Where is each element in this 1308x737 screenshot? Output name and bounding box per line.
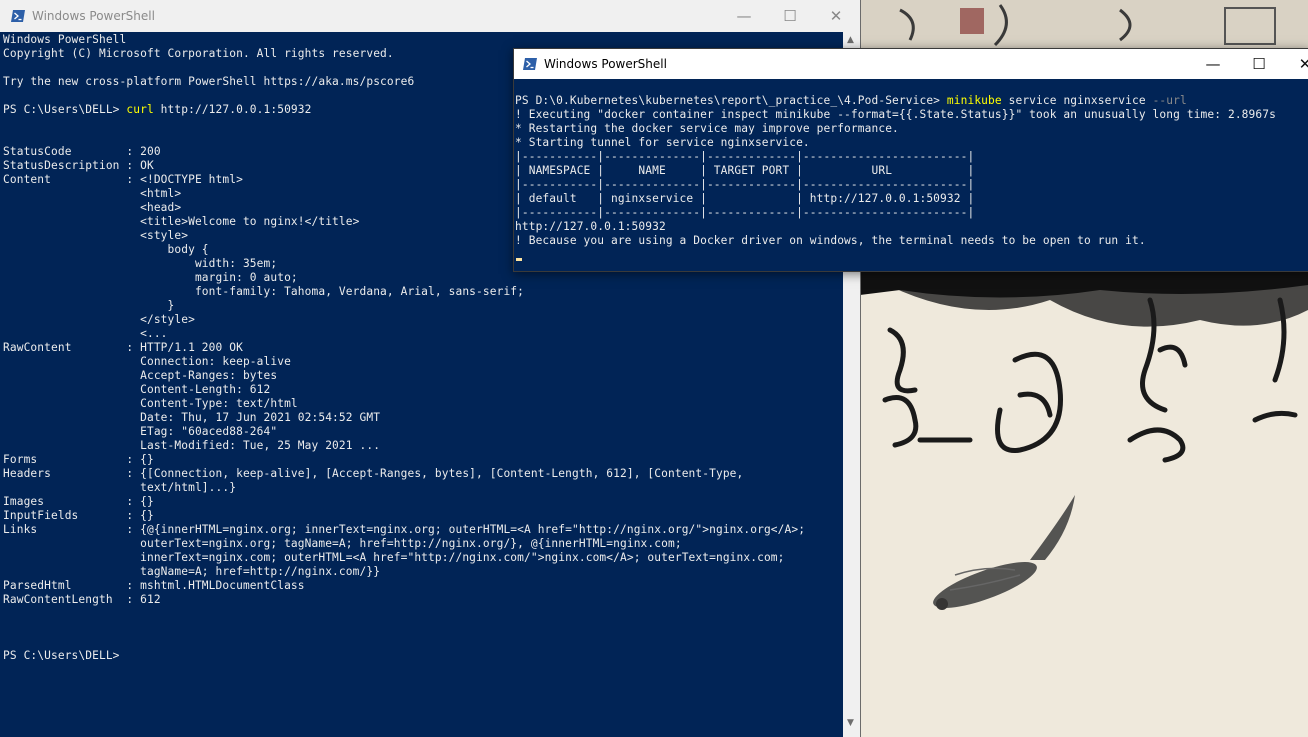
console-line: </style> (3, 313, 195, 326)
console-line: Try the new cross-platform PowerShell ht… (3, 75, 415, 88)
console-line: Headers : {[Connection, keep-alive], [Ac… (3, 467, 744, 480)
table-header: | NAMESPACE | NAME | TARGET PORT | URL | (515, 164, 975, 177)
console-line: Images : {} (3, 495, 154, 508)
console-line: StatusCode : 200 (3, 145, 161, 158)
console-line: Content : <!DOCTYPE html> (3, 173, 243, 186)
console-line: <style> (3, 229, 189, 242)
console-line: <html> (3, 187, 182, 200)
close-button[interactable]: ✕ (1282, 49, 1308, 79)
console-line: font-family: Tahoma, Verdana, Arial, san… (3, 285, 525, 298)
console-line: Forms : {} (3, 453, 154, 466)
close-button[interactable]: ✕ (813, 0, 859, 32)
window-title: Windows PowerShell (32, 9, 155, 23)
console-line: } (3, 299, 175, 312)
console-line: ! Executing "docker container inspect mi… (515, 108, 1276, 121)
console-line: ETag: "60aced88-264" (3, 425, 278, 438)
console-line: RawContentLength : 612 (3, 593, 161, 606)
prompt-text: PS C:\Users\DELL> (3, 649, 120, 662)
prompt-text: PS C:\Users\DELL> (3, 103, 127, 116)
text-cursor (516, 258, 522, 261)
maximize-button[interactable]: ☐ (1236, 49, 1282, 79)
console-line: text/html]...} (3, 481, 237, 494)
command-argument: http://127.0.0.1:50932 (153, 103, 312, 116)
console-line: InputFields : {} (3, 509, 154, 522)
scroll-down-icon[interactable]: ▼ (847, 718, 854, 728)
table-row: | default | nginxservice | | http://127.… (515, 192, 975, 205)
command-keyword: minikube (946, 94, 1002, 107)
powershell-icon (523, 58, 537, 70)
powershell-window-front[interactable]: Windows PowerShell — ☐ ✕ PS D:\0.Kuberne… (513, 48, 1308, 272)
console-line: Copyright (C) Microsoft Corporation. All… (3, 47, 394, 60)
console-line: Last-Modified: Tue, 25 May 2021 ... (3, 439, 381, 452)
table-border: |-----------|--------------|------------… (515, 150, 975, 163)
console-line: innerText=nginx.com; outerHTML=<A href="… (3, 551, 785, 564)
console-line: margin: 0 auto; (3, 271, 298, 284)
powershell-icon (11, 10, 25, 22)
console-line: body { (3, 243, 209, 256)
console-line: RawContent : HTTP/1.1 200 OK (3, 341, 243, 354)
console-line: width: 35em; (3, 257, 278, 270)
window-title: Windows PowerShell (544, 57, 667, 71)
window-titlebar[interactable]: Windows PowerShell — ☐ ✕ (514, 49, 1308, 79)
scroll-up-icon[interactable]: ▲ (847, 35, 854, 45)
console-line: * Starting tunnel for service nginxservi… (515, 136, 810, 149)
maximize-button[interactable]: ☐ (767, 0, 813, 32)
console-line: Content-Type: text/html (3, 397, 298, 410)
service-url: http://127.0.0.1:50932 (515, 220, 666, 233)
console-line: Windows PowerShell (3, 33, 127, 46)
console-line: Accept-Ranges: bytes (3, 369, 278, 382)
console-line: ParsedHtml : mshtml.HTMLDocumentClass (3, 579, 305, 592)
console-line: Links : {@{innerHTML=nginx.org; innerTex… (3, 523, 806, 536)
command-argument: service nginxservice (1001, 94, 1153, 107)
prompt-text: PS D:\0.Kubernetes\kubernetes\report\_pr… (515, 94, 947, 107)
console-line: Connection: keep-alive (3, 355, 291, 368)
table-border: |-----------|--------------|------------… (515, 206, 975, 219)
command-flag: --url (1152, 94, 1187, 107)
table-border: |-----------|--------------|------------… (515, 178, 975, 191)
console-line: ! Because you are using a Docker driver … (515, 234, 1146, 247)
console-line: tagName=A; href=http://nginx.com/}} (3, 565, 381, 578)
window-titlebar[interactable]: Windows PowerShell — ☐ ✕ (0, 0, 860, 32)
console-output[interactable]: PS D:\0.Kubernetes\kubernetes\report\_pr… (515, 94, 1276, 248)
minimize-button[interactable]: — (721, 0, 767, 32)
console-line: <title>Welcome to nginx!</title> (3, 215, 360, 228)
console-line: * Restarting the docker service may impr… (515, 122, 899, 135)
minimize-button[interactable]: — (1190, 49, 1236, 79)
command-keyword: curl (126, 103, 154, 116)
console-line: Date: Thu, 17 Jun 2021 02:54:52 GMT (3, 411, 381, 424)
console-line: Content-Length: 612 (3, 383, 271, 396)
console-line: <head> (3, 201, 182, 214)
console-line: <... (3, 327, 168, 340)
console-line: StatusDescription : OK (3, 159, 154, 172)
console-line: outerText=nginx.org; tagName=A; href=htt… (3, 537, 682, 550)
